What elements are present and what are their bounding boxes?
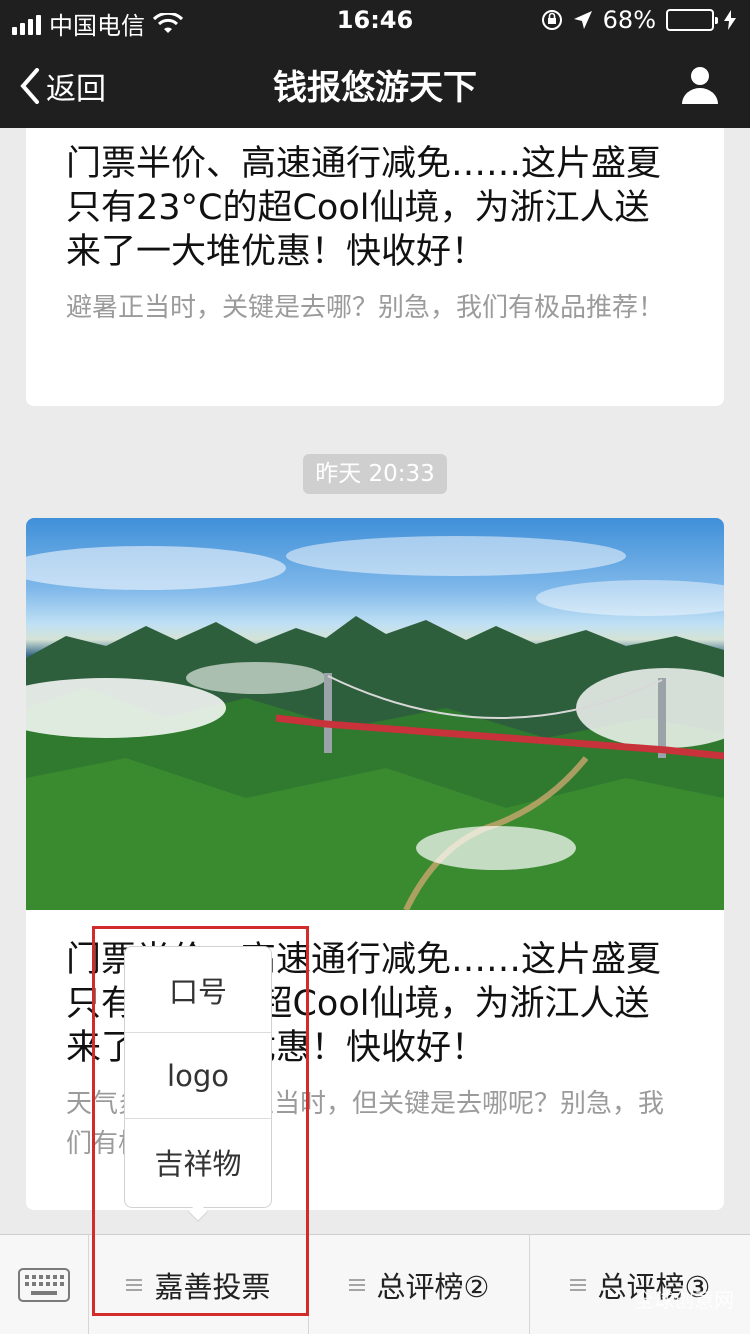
menu-item-ranking-2[interactable]: 总评榜② xyxy=(309,1235,530,1334)
battery-icon xyxy=(666,9,718,31)
menu-list-icon xyxy=(348,1276,365,1294)
article-cover-image xyxy=(26,518,724,910)
keyboard-icon xyxy=(18,1268,70,1302)
menu-item-label: 嘉善投票 xyxy=(154,1270,271,1304)
menu-item-vote[interactable]: 嘉善投票 xyxy=(89,1235,309,1334)
nav-bar: 返回 钱报悠游天下 xyxy=(0,40,750,128)
article-title: 门票半价、高速通行减免……这片盛夏只有23°C的超Cool仙境，为浙江人送来了一… xyxy=(66,144,662,272)
article-card[interactable]: 门票半价、高速通行减免……这片盛夏只有23°C的超Cool仙境，为浙江人送来了一… xyxy=(26,128,724,406)
menu-list-icon xyxy=(569,1276,586,1294)
mountain-bridge-photo xyxy=(26,536,724,910)
charging-icon xyxy=(724,10,736,30)
location-icon xyxy=(573,11,592,29)
page-title: 钱报悠游天下 xyxy=(273,68,477,108)
submenu-item-mascot[interactable]: 吉祥物 xyxy=(125,1119,271,1205)
menu-item-label: 总评榜② xyxy=(376,1270,490,1304)
submenu-popup: 口号 logo 吉祥物 xyxy=(124,946,272,1208)
submenu-item-slogan[interactable]: 口号 xyxy=(125,947,271,1033)
message-timestamp: 昨天 20:33 xyxy=(303,454,447,494)
watermark: 全球创意网 xyxy=(634,1288,734,1312)
menu-list-icon xyxy=(126,1276,143,1294)
article-description: 避暑正当时，关键是去哪？别急，我们有极品推荐！ xyxy=(66,293,665,323)
orientation-lock-icon xyxy=(541,10,562,30)
keyboard-toggle-button[interactable] xyxy=(0,1235,89,1334)
user-icon[interactable] xyxy=(680,64,720,104)
submenu-item-logo[interactable]: logo xyxy=(125,1033,271,1119)
status-right: 68% xyxy=(541,6,736,34)
status-bar: 中国电信 16:46 68% xyxy=(0,0,750,40)
battery-percent: 68% xyxy=(602,6,656,34)
